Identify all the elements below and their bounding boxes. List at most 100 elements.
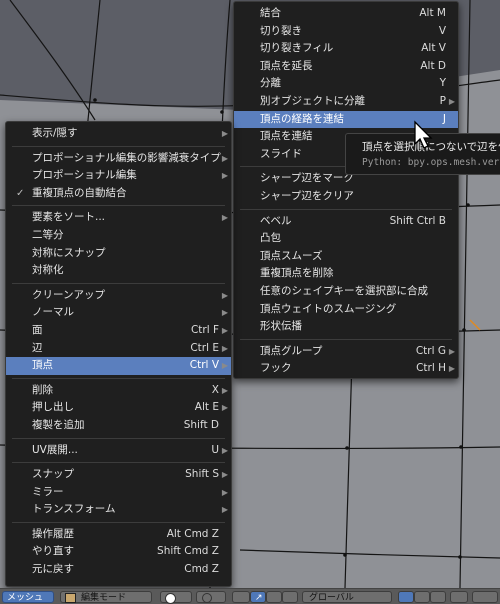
rotate-manipulator-button[interactable]	[266, 591, 282, 603]
vertices-menu-item-19[interactable]: 形状伝播	[234, 318, 458, 336]
vertices-menu-item-17[interactable]: 任意のシェイプキーを選択部に合成	[234, 283, 458, 301]
mesh-menu-item-25[interactable]: トランスフォーム ▶	[6, 501, 231, 519]
menu-item-shortcut: Ctrl E	[190, 341, 219, 354]
vertices-menu-item-1[interactable]: 切り裂き V	[234, 23, 458, 41]
mesh-menu-item-23[interactable]: スナップ Shift S ▶	[6, 466, 231, 484]
edit-mode-icon	[65, 593, 76, 603]
menu-item-label: 表示/隠す	[32, 127, 78, 139]
transform-orientation-selector[interactable]: グローバル	[302, 591, 392, 603]
viewport-shading-selector[interactable]	[160, 591, 192, 604]
mesh-menu-item-15[interactable]: 頂点 Ctrl V ▶	[6, 357, 231, 375]
menu-item-label: スライド	[260, 147, 302, 160]
mesh-menu: 表示/隠す ▶ プロポーショナル編集の影響減衰タイプ ▶ プロポーショナル編集 ▶ ✓ 重複頂…	[5, 121, 232, 587]
translate-manipulator-button[interactable]: ↗	[250, 591, 266, 603]
manipulator-toggle[interactable]	[232, 591, 250, 603]
menu-item-shortcut: Shift Cmd Z	[157, 545, 219, 558]
vertices-menu-item-21[interactable]: 頂点グループ Ctrl G ▶	[234, 343, 458, 361]
menu-item-label: 任意のシェイプキーを選択部に合成	[260, 284, 428, 297]
occlude-geometry-button[interactable]	[450, 591, 468, 603]
menu-item-label: 操作履歴	[32, 527, 74, 540]
mesh-menu-item-6[interactable]: 要素をソート... ▶	[6, 209, 231, 227]
mesh-menu-item-2[interactable]: プロポーショナル編集の影響減衰タイプ ▶	[6, 150, 231, 168]
menu-item-label: 結合	[260, 7, 281, 19]
submenu-arrow-icon: ▶	[221, 308, 228, 318]
mesh-menu-item-19[interactable]: 複製を追加 Shift D	[6, 417, 231, 435]
vertices-menu-item-16[interactable]: 重複頂点を削除	[234, 265, 458, 283]
vertices-menu-item-11[interactable]: シャープ辺をクリア	[234, 188, 458, 206]
submenu-arrow-icon: ▶	[221, 213, 228, 223]
pivot-icon	[202, 593, 212, 603]
mesh-menu-item-27[interactable]: 操作履歴 Alt Cmd Z	[6, 526, 231, 544]
mesh-menu-button[interactable]: メッシュ	[2, 591, 54, 603]
menu-item-label: 頂点を延長	[260, 59, 313, 72]
mesh-menu-item-4[interactable]: ✓ 重複頂点の自動結合	[6, 185, 231, 203]
submenu-arrow-icon: ▶	[221, 445, 228, 455]
mesh-menu-item-3[interactable]: プロポーショナル編集 ▶	[6, 167, 231, 185]
mesh-menu-item-13[interactable]: 面 Ctrl F ▶	[6, 322, 231, 340]
menu-item-label: やり直す	[32, 545, 74, 558]
edge-select-mode-button[interactable]	[414, 591, 430, 603]
proportional-editing-button[interactable]	[472, 591, 498, 603]
mesh-menu-item-18[interactable]: 押し出し Alt E ▶	[6, 399, 231, 417]
vertex-select-mode-button[interactable]	[398, 591, 414, 603]
mesh-menu-item-9[interactable]: 対称化	[6, 262, 231, 280]
vertices-menu-item-13[interactable]: ベベル Shift Ctrl B	[234, 213, 458, 231]
submenu-arrow-icon: ▶	[221, 470, 228, 480]
menu-item-label: ミラー	[32, 485, 64, 498]
submenu-arrow-icon: ▶	[448, 96, 455, 106]
mesh-menu-item-12[interactable]: ノーマル ▶	[6, 304, 231, 322]
menu-item-label: 重複頂点の自動結合	[32, 186, 127, 199]
vertices-menu-item-0[interactable]: 結合 Alt M	[234, 5, 458, 23]
menu-item-shortcut: X	[211, 383, 219, 396]
menu-separator	[12, 521, 225, 523]
mesh-menu-item-28[interactable]: やり直す Shift Cmd Z	[6, 543, 231, 561]
menu-item-label: 二等分	[32, 228, 64, 241]
menu-item-label: UV展開...	[32, 443, 78, 456]
mesh-menu-item-14[interactable]: 辺 Ctrl E ▶	[6, 340, 231, 358]
mesh-menu-item-8[interactable]: 対称にスナップ	[6, 245, 231, 263]
checkbox-icon[interactable]: ✓	[16, 185, 24, 203]
vertices-menu-item-22[interactable]: フック Ctrl H ▶	[234, 360, 458, 378]
menu-item-label: スナップ	[32, 468, 74, 481]
submenu-arrow-icon: ▶	[221, 153, 228, 163]
menu-item-shortcut: Alt D	[420, 59, 446, 72]
menu-item-shortcut: Ctrl H	[416, 362, 446, 375]
menu-item-label: 重複頂点を削除	[260, 267, 334, 280]
menu-item-label: 分離	[260, 77, 281, 90]
face-select-mode-button[interactable]	[430, 591, 446, 603]
vertices-submenu: 結合 Alt M 切り裂き V 切り裂きフィル Alt V 頂点を延長 Alt D 分離 Y 別オブ…	[233, 1, 459, 379]
menu-item-shortcut: Alt M	[419, 7, 446, 19]
vertices-menu-item-5[interactable]: 別オブジェクトに分離 P ▶	[234, 93, 458, 111]
menu-item-label: 形状伝播	[260, 320, 302, 333]
3d-view-header: メッシュ 編集モード ↗ グローバル	[0, 588, 500, 604]
menu-item-label: 頂点を連結	[260, 130, 313, 143]
mode-selector[interactable]: 編集モード	[60, 591, 152, 603]
menu-item-label: 頂点グループ	[260, 344, 323, 357]
mesh-menu-item-21[interactable]: UV展開... U ▶	[6, 442, 231, 460]
vertices-menu-item-18[interactable]: 頂点ウェイトのスムージング	[234, 301, 458, 319]
menu-item-label: クリーンアップ	[32, 288, 105, 301]
mesh-menu-item-29[interactable]: 元に戻す Cmd Z	[6, 561, 231, 579]
pivot-point-selector[interactable]	[196, 591, 226, 603]
menu-separator	[240, 208, 452, 210]
menu-item-label: ノーマル	[32, 306, 74, 319]
submenu-arrow-icon: ▶	[221, 487, 228, 497]
submenu-arrow-icon: ▶	[221, 385, 228, 395]
menu-item-shortcut: Alt E	[194, 401, 219, 414]
mesh-menu-item-0[interactable]: 表示/隠す ▶	[6, 125, 231, 143]
mesh-menu-item-24[interactable]: ミラー ▶	[6, 484, 231, 502]
vertices-menu-item-2[interactable]: 切り裂きフィル Alt V	[234, 40, 458, 58]
vertices-menu-item-4[interactable]: 分離 Y	[234, 75, 458, 93]
menu-separator	[12, 437, 225, 439]
orientation-label: グローバル	[309, 593, 354, 603]
scale-manipulator-button[interactable]	[282, 591, 298, 603]
mesh-menu-item-17[interactable]: 削除 X ▶	[6, 382, 231, 400]
vertices-menu-item-14[interactable]: 凸包	[234, 230, 458, 248]
vertices-menu-item-15[interactable]: 頂点スムーズ	[234, 248, 458, 266]
vertices-menu-item-3[interactable]: 頂点を延長 Alt D	[234, 58, 458, 76]
mesh-menu-item-11[interactable]: クリーンアップ ▶	[6, 287, 231, 305]
menu-item-label: シャープ辺をマーク	[260, 172, 354, 185]
tooltip-python-path: Python: bpy.ops.mesh.vert	[362, 157, 500, 168]
mesh-menu-item-7[interactable]: 二等分	[6, 227, 231, 245]
menu-item-label: トランスフォーム	[32, 503, 116, 516]
